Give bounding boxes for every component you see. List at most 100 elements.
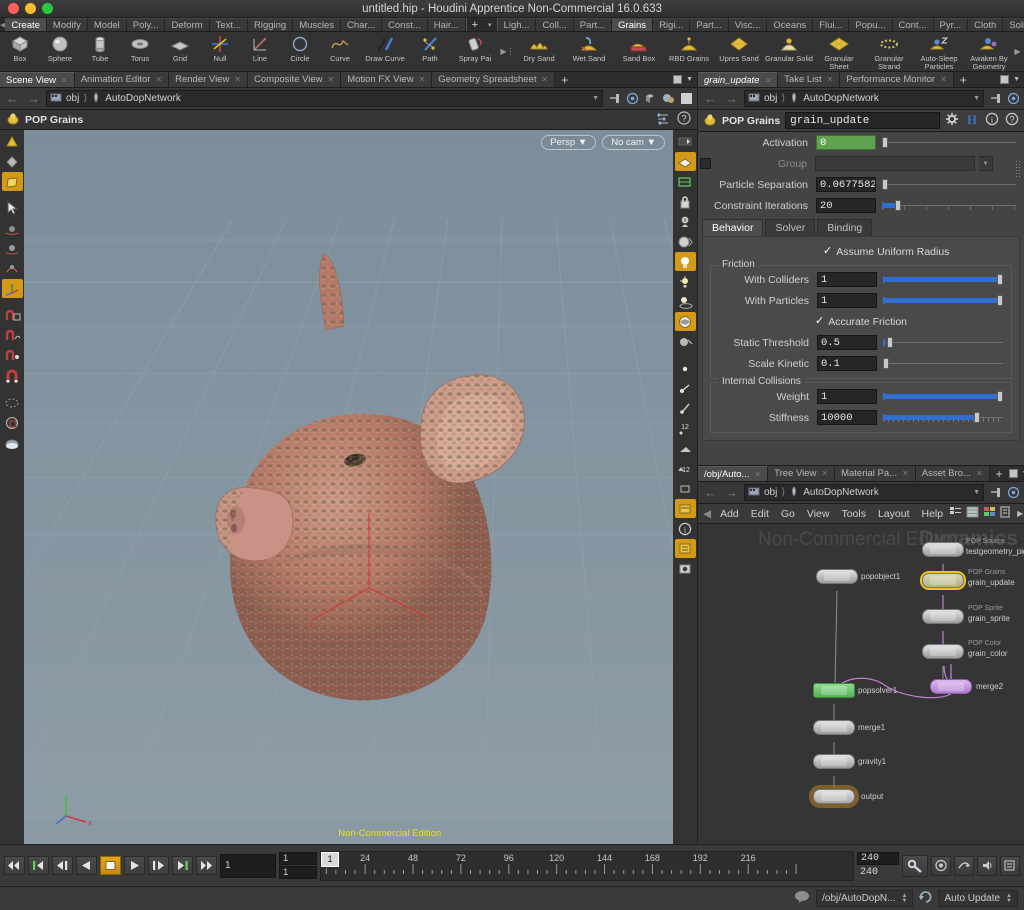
info-icon[interactable]: i — [985, 112, 999, 129]
close-icon[interactable]: ✕ — [234, 75, 241, 84]
set-keyframe-button[interactable] — [902, 854, 928, 877]
back-icon[interactable]: ← — [702, 485, 719, 500]
houdini-h-icon[interactable]: H — [965, 112, 979, 129]
close-icon[interactable]: ✕ — [155, 75, 162, 84]
rotate-tool-icon[interactable] — [2, 259, 23, 278]
snap-point-icon[interactable] — [2, 346, 23, 365]
close-icon[interactable]: ✕ — [976, 469, 983, 478]
shelf-tool-wet-sand[interactable]: Wet Sand — [564, 33, 614, 71]
jump-to-range-end-button[interactable] — [172, 856, 193, 875]
range-start-input[interactable]: 1 — [279, 852, 317, 865]
light-placement-icon[interactable] — [675, 292, 696, 311]
network-editor-path-field[interactable]: obj ⟩ AutoDopNetwork ▼ — [744, 484, 984, 501]
shelf-tool-auto-sleep-particles[interactable]: Auto-Sleep Particles — [914, 33, 964, 71]
context-path-combo[interactable]: /obj/AutoDopN... ▲ ▼ — [816, 890, 914, 907]
shelf-tab-rigids[interactable]: Rigi... — [653, 18, 691, 31]
shelf-tab-lights[interactable]: Ligh... — [497, 18, 537, 31]
tab-scene-view[interactable]: Scene View ✕ — [0, 72, 75, 87]
menu-help[interactable]: Help — [916, 508, 950, 520]
particle-separation-slider[interactable] — [882, 178, 1016, 191]
breadcrumb-obj[interactable]: obj — [764, 93, 777, 104]
lock-icon[interactable] — [675, 192, 696, 211]
display-point-numbers-icon[interactable]: 12 — [675, 419, 696, 438]
select-arrow-icon[interactable] — [2, 199, 23, 218]
node-popsource[interactable] — [922, 542, 964, 557]
shelf-tab-oceans[interactable]: Oceans — [767, 18, 814, 31]
environment-map-icon[interactable] — [674, 312, 696, 331]
activation-input[interactable]: 0 — [816, 135, 876, 150]
tab-motion-fx-view[interactable]: Motion FX View ✕ — [341, 72, 433, 87]
step-forward-button[interactable] — [148, 856, 169, 875]
display-wireframe-icon[interactable] — [675, 172, 696, 191]
with-colliders-input[interactable]: 1 — [817, 272, 877, 287]
close-icon[interactable]: ✕ — [827, 75, 834, 84]
help-icon[interactable]: ? — [677, 111, 691, 128]
network-path-bar[interactable]: ← → obj ⟩ AutoDopNetwork ▼ — [698, 482, 1024, 504]
viewport-options-icon[interactable] — [656, 112, 670, 128]
global-range-fields[interactable]: 240 240 — [857, 852, 899, 879]
tab-grain-update-params[interactable]: grain_update ✕ — [698, 72, 779, 87]
material-display-icon[interactable] — [661, 92, 675, 106]
viewport-left-toolbar[interactable] — [0, 130, 24, 844]
target-icon[interactable] — [1006, 92, 1020, 106]
forward-icon[interactable]: → — [723, 485, 740, 500]
shelf-tool-grid[interactable]: Grid — [160, 33, 200, 71]
ghost-display-icon[interactable]: x — [675, 212, 696, 231]
refresh-icon[interactable] — [918, 890, 933, 907]
shelf-tab-model[interactable]: Model — [87, 18, 127, 31]
shelf-tab-create[interactable]: Create — [5, 18, 47, 31]
parameter-resize-grip[interactable] — [1015, 160, 1022, 178]
stiffness-slider[interactable] — [883, 411, 1003, 424]
display-point-normals-icon[interactable] — [675, 379, 696, 398]
scene-path-bar[interactable]: ← → obj ⟩ AutoDopNetwork ▼ — [0, 88, 697, 110]
shelf-tab-modify[interactable]: Modify — [46, 18, 88, 31]
tab-geometry-spreadsheet[interactable]: Geometry Spreadsheet ✕ — [432, 72, 556, 87]
auto-key-button[interactable] — [931, 855, 951, 876]
activation-slider[interactable] — [882, 136, 1016, 149]
back-icon[interactable]: ← — [4, 91, 21, 106]
target-icon[interactable] — [625, 92, 639, 106]
node-merge2[interactable] — [930, 679, 972, 694]
shelf-tool-granular-sheet[interactable]: Granular Sheet — [814, 33, 864, 71]
close-icon[interactable]: ✕ — [902, 469, 909, 478]
headlight-icon[interactable] — [674, 252, 696, 271]
shelf-tab-deform[interactable]: Deform — [165, 18, 210, 31]
shelf-overflow-arrow-icon-2[interactable]: ▶ — [1014, 33, 1021, 69]
viewport-right-toolbar[interactable]: x 12 12 i — [673, 130, 697, 844]
menu-edit[interactable]: Edit — [745, 508, 775, 520]
with-colliders-slider[interactable] — [883, 273, 1003, 286]
shelf-tool-circle[interactable]: Circle — [280, 33, 320, 71]
shelf-tab-collisions[interactable]: Coll... — [536, 18, 574, 31]
playbar-options-button[interactable] — [1000, 855, 1020, 876]
spinner-icon[interactable]: ▲ ▼ — [901, 893, 907, 904]
display-points-icon[interactable] — [675, 359, 696, 378]
close-icon[interactable]: ✕ — [754, 470, 761, 479]
network-color-icon[interactable] — [983, 506, 996, 521]
global-end-input[interactable]: 240 — [857, 852, 899, 865]
jump-to-start-button[interactable] — [4, 856, 25, 875]
shelf-tool-spray-paint[interactable]: Spray Pai — [450, 33, 500, 71]
shelf-tool-tube[interactable]: Tube — [80, 33, 120, 71]
network-layout-icon[interactable] — [1000, 506, 1013, 521]
tab-render-view[interactable]: Render View ✕ — [169, 72, 249, 87]
tab-animation-editor[interactable]: Animation Editor ✕ — [74, 72, 170, 87]
snap-magnet-icon[interactable] — [2, 366, 23, 385]
viewport-lasso-icon[interactable] — [2, 393, 23, 412]
tab-take-list[interactable]: Take List ✕ — [778, 72, 841, 87]
select-mode-dynamics-icon[interactable] — [1, 172, 23, 191]
constraint-iterations-input[interactable]: 20 — [816, 198, 876, 213]
network-scroll-icon[interactable]: ◀ — [700, 508, 714, 520]
shelf-tool-row[interactable]: Box Sphere Tube Torus Grid Null Line Cir… — [0, 32, 1024, 72]
display-primitive-numbers-icon[interactable]: 12 — [675, 459, 696, 478]
path-dropdown-icon[interactable]: ▼ — [973, 95, 980, 102]
shelf-tab-menu-icon[interactable]: ▾ — [483, 18, 497, 31]
audio-toggle-button[interactable] — [977, 855, 997, 876]
viewport-menu-icon[interactable] — [675, 132, 696, 151]
node-grain-color[interactable] — [922, 644, 964, 659]
parameter-folder-tabs[interactable]: Behavior Solver Binding — [698, 216, 1024, 236]
group-enable-checkbox[interactable] — [700, 158, 711, 169]
close-icon[interactable]: ✕ — [764, 76, 771, 85]
path-dropdown-icon[interactable]: ▼ — [973, 489, 980, 496]
folder-tab-behavior[interactable]: Behavior — [702, 219, 764, 236]
parameter-pane-controls[interactable]: ▼ — [1000, 72, 1024, 87]
